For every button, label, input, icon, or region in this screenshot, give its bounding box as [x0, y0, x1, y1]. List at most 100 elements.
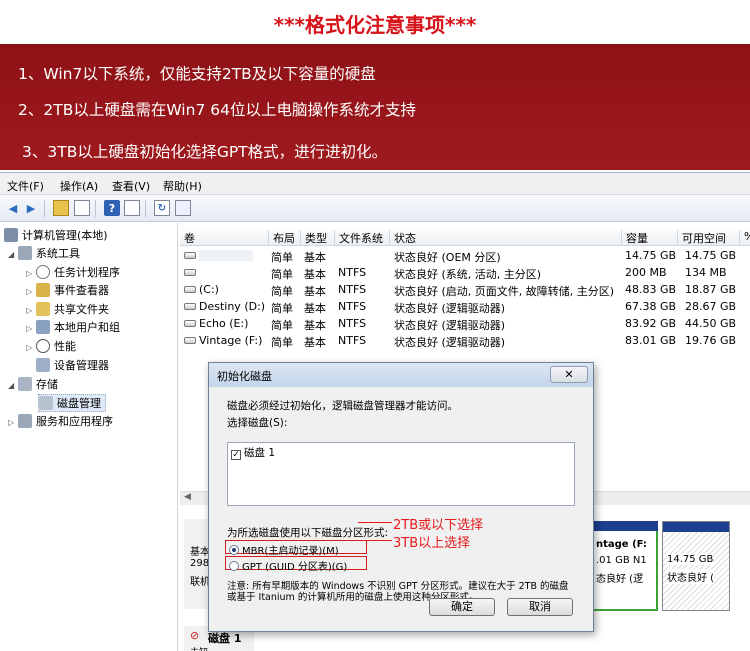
checkbox-checked-icon[interactable]: ✓: [231, 450, 241, 460]
up-folder-icon[interactable]: [53, 200, 69, 216]
collapsed-arrow-icon[interactable]: ▷: [26, 339, 36, 357]
expanded-arrow-icon[interactable]: ◢: [8, 246, 18, 264]
select-disk-label: 选择磁盘(S):: [227, 417, 288, 429]
tree-item-device-manager[interactable]: 设备管理器: [36, 357, 109, 375]
volume-oem-block[interactable]: 14.75 GB 状态良好 (: [662, 521, 730, 611]
tree-item-services[interactable]: ▷ 服务和应用程序: [8, 413, 113, 431]
volume-cell: [184, 249, 253, 262]
back-arrow-icon[interactable]: ◀: [5, 200, 21, 216]
tree-item-performance[interactable]: ▷ 性能: [26, 338, 76, 356]
column-layout[interactable]: 布局: [268, 230, 304, 246]
ok-button[interactable]: 确定: [429, 598, 495, 616]
collapsed-arrow-icon[interactable]: ▷: [8, 414, 18, 432]
column-filesystem[interactable]: 文件系统: [334, 230, 390, 246]
tree-item-task-scheduler[interactable]: ▷ 任务计划程序: [26, 264, 120, 282]
table-row[interactable]: 简单 基本 NTFS 状态良好 (系统, 活动, 主分区) 200 MB 134 MB: [180, 264, 750, 281]
volume-icon: [184, 320, 196, 327]
menu-view[interactable]: 查看(V): [112, 178, 150, 194]
column-more: %: [739, 230, 750, 246]
menu-file[interactable]: 文件(F): [7, 178, 44, 194]
collapsed-arrow-icon[interactable]: ▷: [26, 283, 36, 301]
collapsed-arrow-icon[interactable]: ▷: [26, 265, 36, 283]
volume-cell: Echo (E:): [184, 317, 248, 330]
partition-style-label: 为所选磁盘使用以下磁盘分区形式:: [227, 527, 389, 539]
volume-cell: Vintage (F:): [184, 334, 262, 347]
refresh-icon[interactable]: ↻: [154, 200, 170, 216]
initialize-disk-dialog: 初始化磁盘 ✕ 磁盘必须经过初始化，逻辑磁盘管理器才能访问。 选择磁盘(S): …: [208, 362, 594, 632]
column-volume[interactable]: 卷: [180, 230, 268, 246]
tree-item-shared-folders[interactable]: ▷ 共享文件夹: [26, 301, 109, 319]
table-row[interactable]: (C:) 简单 基本 NTFS 状态良好 (启动, 页面文件, 故障转储, 主分区) 4…: [180, 281, 750, 298]
annotation-gpt: 3TB以上选择: [393, 536, 471, 551]
list-item[interactable]: ✓ 磁盘 1: [231, 445, 275, 460]
table-row[interactable]: Vintage (F:) 简单 基本 NTFS 状态良好 (逻辑驱动器) 83.01 G…: [180, 332, 750, 349]
mbr-radio[interactable]: MBR(主启动记录)(M): [229, 542, 339, 557]
menu-action[interactable]: 操作(A): [60, 178, 98, 194]
device-manager-icon: [36, 358, 50, 372]
computer-icon: [4, 228, 18, 242]
disk-warning-icon: ⊘: [190, 629, 200, 642]
clock-icon: [36, 265, 50, 279]
tree-item-storage[interactable]: ◢ 存储: [8, 376, 58, 394]
volume-icon: [184, 303, 196, 310]
properties-icon[interactable]: [124, 200, 140, 216]
services-icon: [18, 414, 32, 428]
column-status[interactable]: 状态: [389, 230, 621, 246]
volume-icon: [184, 286, 196, 293]
expanded-arrow-icon[interactable]: ◢: [8, 377, 18, 395]
note-3: 3、3TB以上硬盘初始化选择GPT格式，进行进初化。: [22, 143, 388, 161]
table-row[interactable]: Echo (E:) 简单 基本 NTFS 状态良好 (逻辑驱动器) 83.92 GB 44…: [180, 315, 750, 332]
dialog-titlebar: 初始化磁盘 ✕: [209, 363, 593, 387]
tree-item-system-tools[interactable]: ◢ 系统工具: [8, 245, 80, 263]
tools-icon: [18, 246, 32, 260]
users-icon: [36, 320, 50, 334]
volume-icon: [184, 337, 196, 344]
menu-help[interactable]: 帮助(H): [163, 178, 202, 194]
forward-arrow-icon[interactable]: ▶: [23, 200, 39, 216]
note-2: 2、2TB以上硬盘需在Win7 64位以上电脑操作系统才支持: [18, 101, 416, 119]
table-row[interactable]: Destiny (D:) 简单 基本 NTFS 状态良好 (逻辑驱动器) 67.38 G…: [180, 298, 750, 315]
table-row[interactable]: 简单 基本 状态良好 (OEM 分区) 14.75 GB 14.75 GB: [180, 247, 750, 264]
partition-bar: [592, 521, 658, 531]
storage-icon: [18, 377, 32, 391]
notice-header: ***格式化注意事项***: [0, 0, 750, 44]
tree-item-event-viewer[interactable]: ▷ 事件查看器: [26, 282, 109, 300]
partition-bar: [663, 522, 729, 532]
collapsed-arrow-icon[interactable]: ▷: [26, 302, 36, 320]
volume-vintage-block[interactable]: ntage (F: .01 GB N1 态良好 (逻: [592, 521, 658, 611]
shared-folder-icon: [36, 302, 50, 316]
disk-list[interactable]: ✓ 磁盘 1: [227, 442, 575, 506]
tree-item-local-users[interactable]: ▷ 本地用户和组: [26, 319, 120, 337]
tree-item-disk-management[interactable]: 磁盘管理: [38, 394, 106, 412]
volume-cell: [184, 266, 199, 279]
dialog-title: 初始化磁盘: [217, 370, 272, 383]
notice-panel: 1、Win7以下系统，仅能支持2TB及以下容量的硬盘 2、2TB以上硬盘需在Wi…: [0, 44, 750, 170]
radio-selected-icon[interactable]: [229, 545, 239, 555]
column-free-space[interactable]: 可用空间: [677, 230, 735, 246]
console-tree-icon[interactable]: [74, 200, 90, 216]
toolbar-divider: [44, 200, 45, 217]
column-type[interactable]: 类型: [300, 230, 332, 246]
disk-management-icon: [39, 396, 53, 410]
help-icon[interactable]: ?: [104, 200, 120, 216]
scroll-left-icon[interactable]: ◀: [184, 492, 191, 502]
annotation-mbr: 2TB或以下选择: [393, 518, 484, 533]
radio-unselected-icon[interactable]: [229, 561, 239, 571]
toolbar: ◀ ▶ ? ↻: [0, 195, 750, 222]
dialog-intro: 磁盘必须经过初始化，逻辑磁盘管理器才能访问。: [227, 400, 458, 412]
tree-item-root[interactable]: 计算机管理(本地): [4, 227, 108, 245]
volume-icon: [184, 269, 196, 276]
collapsed-arrow-icon[interactable]: ▷: [26, 320, 36, 338]
volume-cell: (C:): [184, 283, 219, 296]
close-icon[interactable]: ✕: [550, 366, 588, 383]
volume-list-header: 卷 布局 类型 文件系统 状态 容量 可用空间 %: [180, 227, 750, 246]
export-list-icon[interactable]: [175, 200, 191, 216]
toolbar-divider: [95, 200, 96, 217]
event-viewer-icon: [36, 283, 50, 297]
console-tree: 计算机管理(本地) ◢ 系统工具 ▷ 任务计划程序 ▷ 事件查看器 ▷ 共享文件夹 ▷ 本…: [0, 223, 178, 651]
computer-management-window: 文件(F) 操作(A) 查看(V) 帮助(H) ◀ ▶ ? ↻ 计算机管理(本地…: [0, 172, 750, 651]
column-capacity[interactable]: 容量: [621, 230, 677, 246]
gpt-radio[interactable]: GPT (GUID 分区表)(G): [229, 558, 347, 573]
cancel-button[interactable]: 取消: [507, 598, 573, 616]
annotation-line: [358, 540, 392, 541]
